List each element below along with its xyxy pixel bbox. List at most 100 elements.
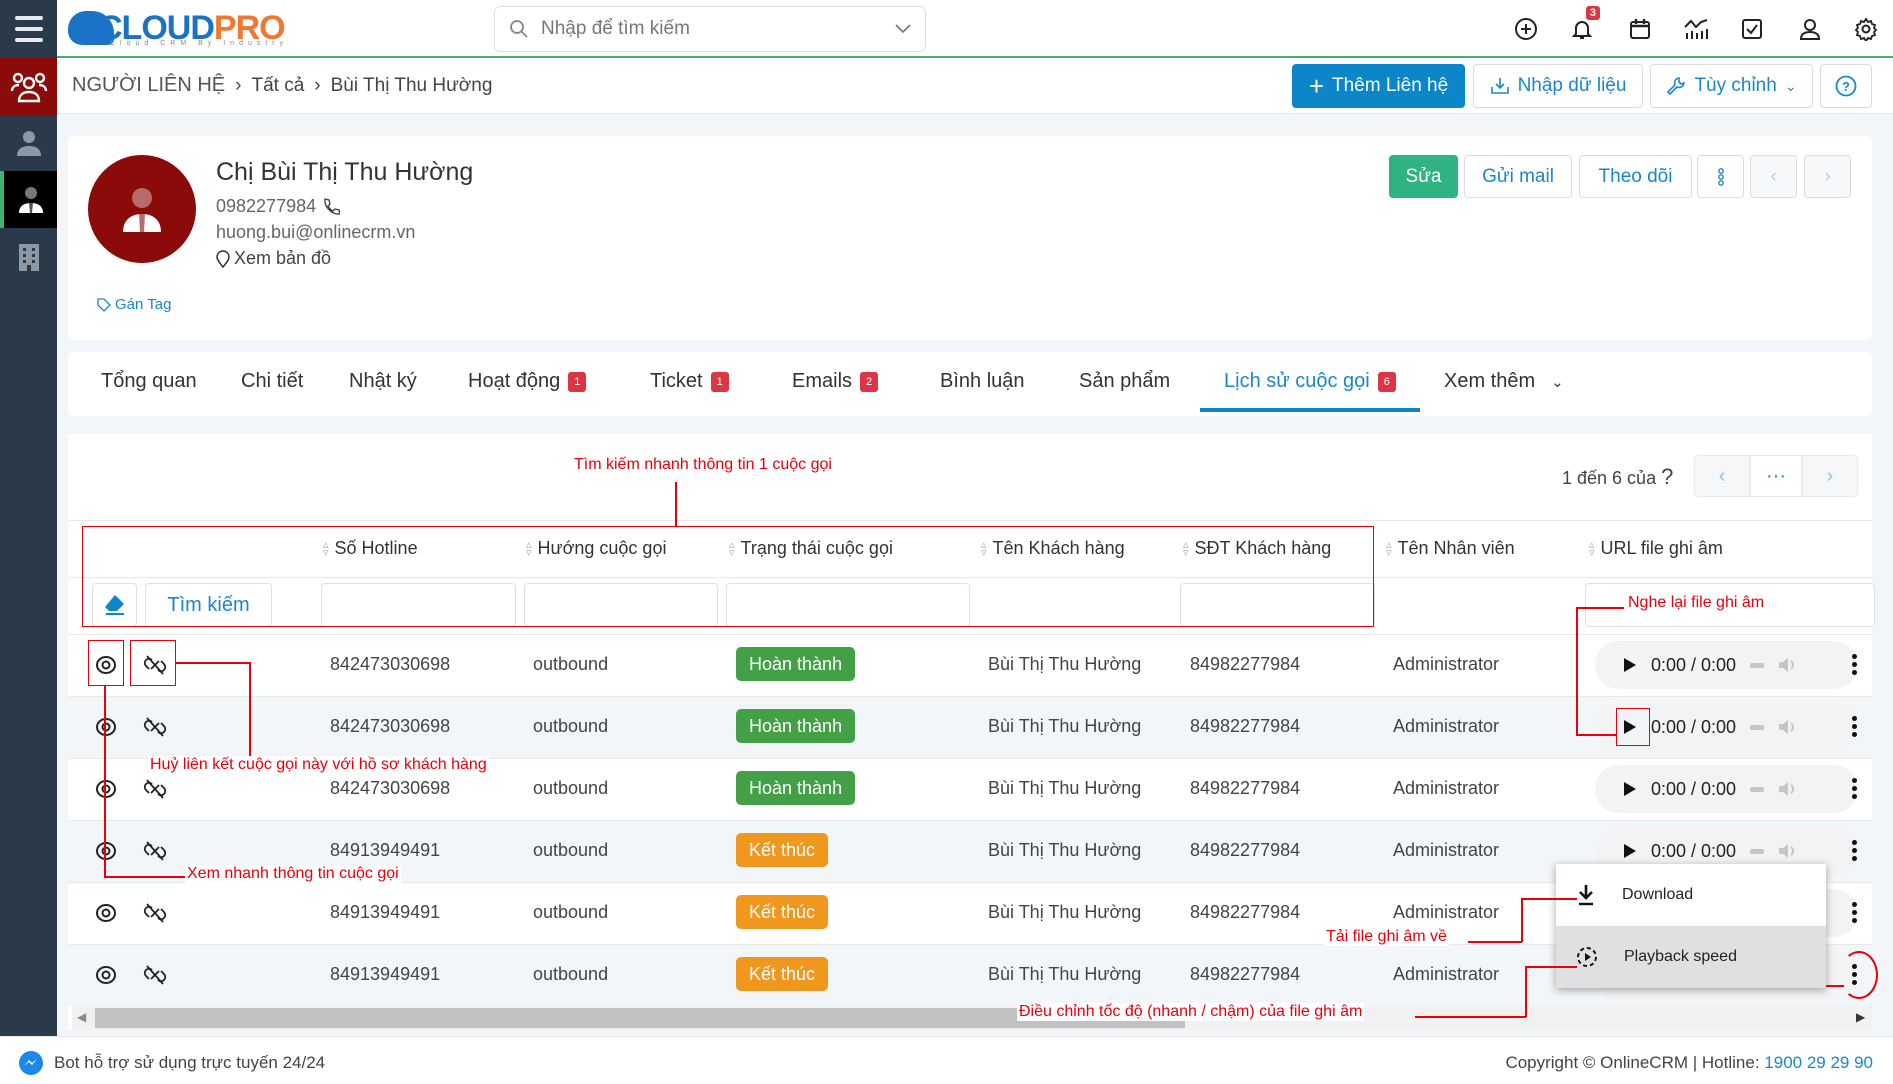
breadcrumb-list[interactable]: Tất cả <box>251 75 304 97</box>
chevron-down-icon[interactable] <box>895 24 911 34</box>
audio-options-button[interactable] <box>1850 716 1858 737</box>
volume-icon[interactable] <box>1778 718 1798 736</box>
menu-item-download[interactable]: Download <box>1556 864 1826 926</box>
edit-button[interactable]: Sửa <box>1389 155 1458 198</box>
tab-activities[interactable]: Hoạt động 1 <box>468 370 587 393</box>
quick-view-button[interactable] <box>95 964 117 991</box>
column-header-recording-url[interactable]: ▵ ▿ URL file ghi âm <box>1589 538 1723 559</box>
tab-more[interactable]: Xem thêm ⌄ <box>1444 370 1564 393</box>
menu-item-playback-speed[interactable]: Playback speed <box>1556 926 1826 988</box>
unlink-call-button[interactable] <box>143 839 167 868</box>
tab-label: Ticket <box>650 370 703 392</box>
pagination-more-button[interactable]: ··· <box>1750 455 1802 497</box>
status-badge: Kết thúc <box>736 957 829 991</box>
tab-overview[interactable]: Tổng quan <box>101 370 197 393</box>
follow-button[interactable]: Theo dõi <box>1579 155 1692 198</box>
breadcrumb-module[interactable]: NGƯỜI LIÊN HỆ <box>72 74 225 97</box>
column-header-agent[interactable]: ▵ ▿ Tên Nhân viên <box>1386 538 1515 559</box>
tab-ticket[interactable]: Ticket 1 <box>650 370 729 393</box>
reports-button[interactable] <box>1676 10 1716 48</box>
previous-record-button[interactable]: ‹ <box>1750 155 1797 198</box>
pagination-total[interactable]: ? <box>1661 464 1673 489</box>
chevron-right-icon: › <box>1824 165 1831 187</box>
quick-view-button[interactable] <box>95 778 117 805</box>
unlink-call-button[interactable] <box>143 777 167 806</box>
cell-customer-phone: 84982277984 <box>1190 778 1301 798</box>
settings-button[interactable] <box>1846 10 1886 48</box>
sidebar-item-contacts-module[interactable] <box>0 58 57 115</box>
send-mail-button[interactable]: Gửi mail <box>1464 155 1572 198</box>
contact-email[interactable]: huong.bui@onlinecrm.vn <box>216 222 415 243</box>
contact-phone[interactable]: 0982277984 <box>216 196 341 217</box>
scroll-right-arrow-icon[interactable]: ▶ <box>1856 1010 1865 1024</box>
import-data-button[interactable]: Nhập dữ liệu <box>1473 64 1643 108</box>
tab-emails[interactable]: Emails 2 <box>792 370 879 393</box>
pagination-next-button[interactable]: › <box>1802 455 1858 497</box>
phone-number[interactable]: 0982277984 <box>216 196 316 217</box>
cell-agent: Administrator <box>1393 716 1500 736</box>
volume-icon[interactable] <box>1778 780 1798 798</box>
progress-bar[interactable] <box>1750 662 1765 668</box>
tab-label: Nhật ký <box>349 370 417 392</box>
cell-hotline: 84913949491 <box>330 902 441 922</box>
help-button[interactable]: ? <box>1820 64 1872 108</box>
audio-player[interactable]: 0:00 / 0:00 <box>1595 641 1858 689</box>
tab-comments[interactable]: Bình luận <box>940 370 1025 393</box>
unlink-call-button[interactable] <box>143 963 167 992</box>
tasks-button[interactable] <box>1732 10 1772 48</box>
quick-view-button[interactable] <box>95 840 117 867</box>
next-record-button[interactable]: › <box>1804 155 1851 198</box>
customize-button[interactable]: Tùy chỉnh ⌄ <box>1650 64 1813 108</box>
pagination-info: 1 đến 6 của ? <box>1562 464 1673 490</box>
support-bot-link[interactable]: Bot hỗ trợ sử dụng trực tuyến 24/24 <box>18 1050 325 1076</box>
unlink-call-button[interactable] <box>143 715 167 744</box>
notifications-button[interactable]: 3 <box>1562 6 1602 48</box>
assign-tag-link[interactable]: Gán Tag <box>97 296 171 313</box>
volume-icon[interactable] <box>1778 842 1798 860</box>
cell-direction: outbound <box>533 840 609 860</box>
unlink-call-button[interactable] <box>143 901 167 930</box>
chevron-left-icon: ‹ <box>1770 165 1777 187</box>
logo[interactable]: CLOUDPRO Cloud CRM By Industry <box>68 4 286 52</box>
sidebar-item-contacts[interactable] <box>0 171 57 228</box>
view-map-link[interactable]: Xem bản đồ <box>216 248 331 269</box>
audio-player[interactable]: 0:00 / 0:00 <box>1595 765 1858 813</box>
quick-view-button[interactable] <box>95 902 117 929</box>
sidebar-item-organizations[interactable] <box>0 228 57 285</box>
progress-bar[interactable] <box>1750 724 1765 730</box>
hamburger-menu-button[interactable] <box>0 0 57 58</box>
progress-bar[interactable] <box>1750 848 1765 854</box>
quick-view-button[interactable] <box>95 716 117 743</box>
progress-bar[interactable] <box>1750 786 1765 792</box>
tab-call-history[interactable]: Lịch sử cuộc gọi 6 <box>1224 370 1396 393</box>
scroll-left-arrow-icon[interactable]: ◀ <box>77 1010 86 1024</box>
audio-options-button[interactable] <box>1850 654 1858 675</box>
more-actions-button[interactable] <box>1697 155 1744 198</box>
hotline-number[interactable]: 1900 29 29 90 <box>1764 1053 1873 1072</box>
calendar-button[interactable] <box>1620 10 1660 48</box>
pagination-prev-button[interactable]: ‹ <box>1694 455 1750 497</box>
hotline-label: Hotline: <box>1701 1053 1760 1072</box>
tab-label: Hoạt động <box>468 370 561 392</box>
annotation-quick-view: Xem nhanh thông tin cuộc gọi <box>185 865 401 883</box>
audio-options-button[interactable] <box>1850 902 1858 923</box>
tab-log[interactable]: Nhật ký <box>349 370 417 393</box>
profile-button[interactable] <box>1790 10 1830 48</box>
add-contact-button[interactable]: + Thêm Liên hệ <box>1292 64 1465 108</box>
play-icon[interactable] <box>1623 781 1637 797</box>
play-icon[interactable] <box>1623 843 1637 859</box>
audio-options-button[interactable] <box>1850 964 1858 985</box>
quick-create-button[interactable] <box>1506 10 1546 48</box>
phone-icon[interactable] <box>322 197 341 216</box>
chevron-left-icon: ‹ <box>1718 464 1726 487</box>
tab-products[interactable]: Sản phẩm <box>1079 370 1170 393</box>
annotation-box-view <box>88 640 124 686</box>
tab-details[interactable]: Chi tiết <box>241 370 303 393</box>
audio-options-button[interactable] <box>1850 840 1858 861</box>
global-search-input[interactable]: Nhập để tìm kiếm <box>494 6 926 52</box>
audio-options-button[interactable] <box>1850 778 1858 799</box>
play-icon[interactable] <box>1623 657 1637 673</box>
volume-icon[interactable] <box>1778 656 1798 674</box>
sidebar-item-leads[interactable] <box>0 114 57 171</box>
cell-direction: outbound <box>533 654 609 674</box>
